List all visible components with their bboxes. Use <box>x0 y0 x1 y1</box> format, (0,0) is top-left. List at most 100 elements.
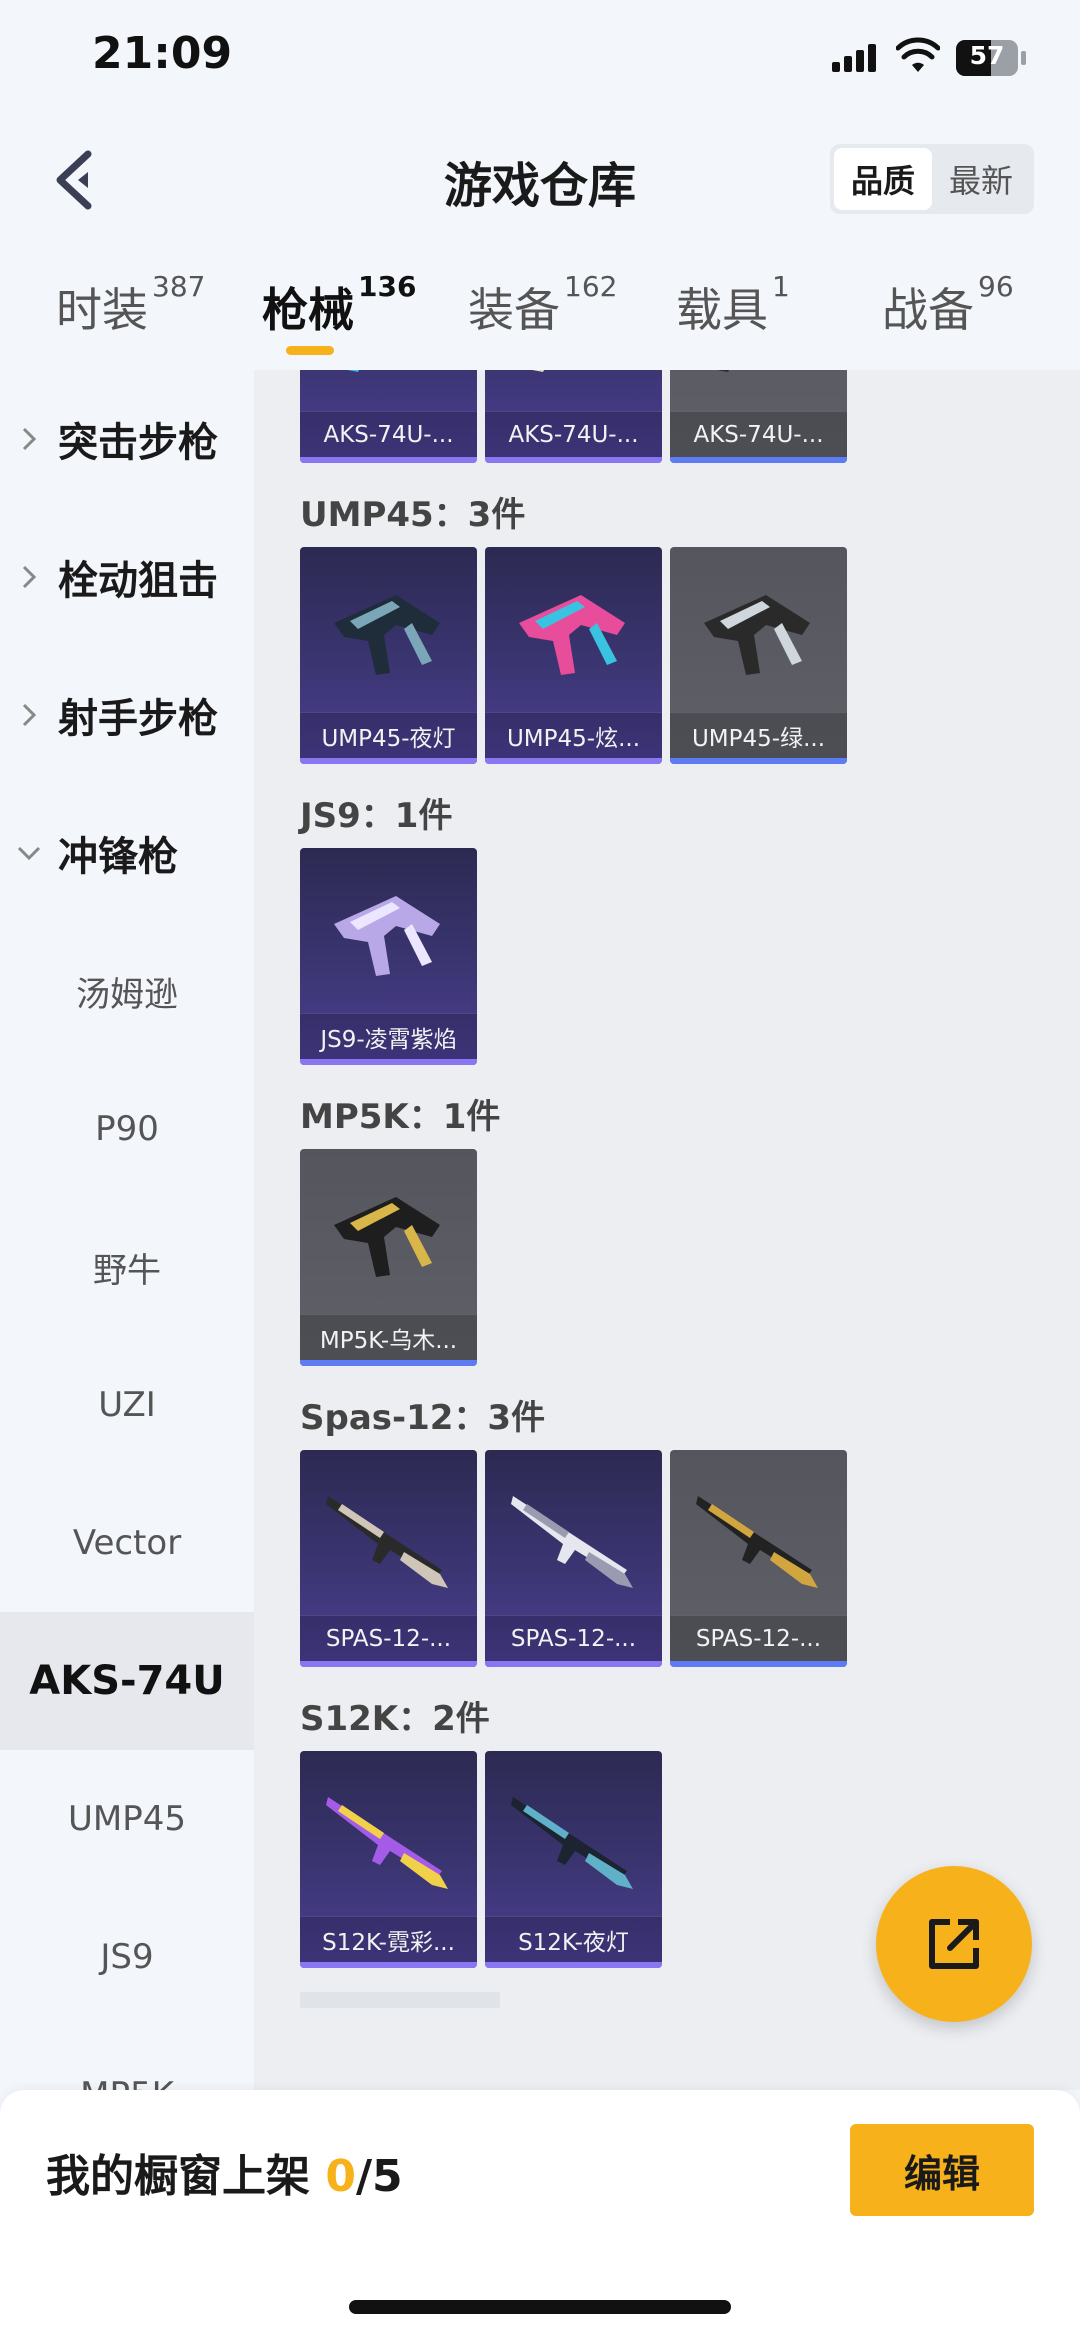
tab-count: 96 <box>978 270 1014 303</box>
card-label-bar: UMP45-夜灯 <box>300 712 477 758</box>
rarity-bar <box>485 1661 662 1667</box>
sidebar-item-ump45[interactable]: UMP45 <box>0 1750 254 1888</box>
rarity-bar <box>670 1661 847 1667</box>
group-title: MP5K：1件 <box>300 1097 501 1137</box>
status-time: 21:09 <box>92 28 233 79</box>
showcase-current-count: 0 <box>325 2151 356 2202</box>
sidebar-category-assault-rifle[interactable]: 突击步枪 <box>0 370 254 508</box>
weapon-skin-card[interactable]: AKS-74U-... <box>300 370 477 463</box>
sort-newest-button[interactable]: 最新 <box>932 148 1030 210</box>
chevron-right-icon <box>0 702 58 728</box>
tab-label: 枪械 <box>262 283 354 337</box>
tab-count: 387 <box>152 270 206 303</box>
sidebar-category-bolt-sniper[interactable]: 栓动狙击 <box>0 508 254 646</box>
smg-icon <box>334 1197 440 1277</box>
tab-firearms[interactable]: 枪械 136 <box>262 270 416 340</box>
tab-vehicles[interactable]: 载具 1 <box>676 270 790 340</box>
sidebar-item-p90[interactable]: P90 <box>0 1060 254 1198</box>
rifle-icon <box>347 370 360 372</box>
sidebar-item-js9[interactable]: JS9 <box>0 1888 254 2026</box>
shotgun-icon <box>696 1496 818 1588</box>
weapon-skin-card[interactable]: AKS-74U-... <box>670 370 847 463</box>
weapon-grid: AKS-74U-... AKS-74U-... AKS-74U-... UMP45：3… <box>254 370 1080 2090</box>
chevron-right-icon <box>0 564 58 590</box>
home-indicator <box>349 2300 731 2314</box>
shotgun-icon <box>326 1797 448 1889</box>
weapon-skin-card[interactable]: S12K-霓彩... <box>300 1751 477 1968</box>
sidebar-category-smg[interactable]: 冲锋枪 <box>0 784 254 922</box>
card-label: AKS-74U-... <box>508 421 639 448</box>
showcase-status: 我的橱窗上架 0/5 <box>46 2140 403 2204</box>
weapon-skin-card[interactable]: JS9-凌霄紫焰 <box>300 848 477 1065</box>
card-label-bar: AKS-74U-... <box>300 411 477 457</box>
tab-label: 时装 <box>56 283 148 337</box>
sidebar-category-label: 突击步枪 <box>58 420 218 466</box>
edit-button[interactable]: 编辑 <box>850 2124 1034 2216</box>
rarity-bar <box>485 457 662 463</box>
sidebar-item-mp5k[interactable]: MP5K <box>0 2026 254 2090</box>
card-label-bar: S12K-夜灯 <box>485 1916 662 1962</box>
sidebar-item-bizon[interactable]: 野牛 <box>0 1198 254 1336</box>
group-title: S12K：2件 <box>300 1699 490 1739</box>
card-label: UMP45-炫... <box>506 725 641 752</box>
card-label: SPAS-12-... <box>510 1625 637 1652</box>
sidebar-item-thompson[interactable]: 汤姆逊 <box>0 922 254 1060</box>
rarity-bar <box>300 758 477 764</box>
weapon-skin-card[interactable]: UMP45-绿... <box>670 547 847 764</box>
tab-count: 162 <box>564 270 618 303</box>
rifle-icon <box>717 370 730 372</box>
sort-quality-button[interactable]: 品质 <box>834 148 932 210</box>
card-label: UMP45-夜灯 <box>321 725 456 752</box>
smg-icon <box>519 595 625 675</box>
group-title: UMP45：3件 <box>300 495 526 535</box>
tab-supplies[interactable]: 战备 96 <box>882 270 1014 340</box>
tab-fashion[interactable]: 时装 387 <box>56 270 205 340</box>
battery-tip <box>1021 51 1026 65</box>
weapon-skin-card[interactable]: S12K-夜灯 <box>485 1751 662 1968</box>
weapon-skin-card[interactable]: SPAS-12-... <box>300 1450 477 1667</box>
card-label-bar: SPAS-12-... <box>485 1615 662 1661</box>
weapon-skin-card[interactable]: MP5K-乌木... <box>300 1149 477 1366</box>
sidebar-item-aks74u[interactable]: AKS-74U <box>0 1612 254 1750</box>
tab-count: 1 <box>772 270 790 303</box>
sidebar-category-label: 冲锋枪 <box>58 834 178 880</box>
tab-equipment[interactable]: 装备 162 <box>468 270 617 340</box>
rarity-bar <box>300 457 477 463</box>
sidebar-item-uzi[interactable]: UZI <box>0 1336 254 1474</box>
card-label-bar: S12K-霓彩... <box>300 1916 477 1962</box>
smg-icon <box>334 595 440 675</box>
chevron-down-icon <box>0 844 58 862</box>
weapon-skin-card[interactable]: SPAS-12-... <box>485 1450 662 1667</box>
card-label: UMP45-绿... <box>691 725 826 752</box>
card-label-bar: SPAS-12-... <box>670 1615 847 1661</box>
shotgun-icon <box>326 1496 448 1588</box>
showcase-label: 我的橱窗上架 <box>46 2151 310 2202</box>
smg-icon <box>704 595 810 675</box>
shotgun-icon <box>511 1496 633 1588</box>
sidebar-item-vector[interactable]: Vector <box>0 1474 254 1612</box>
card-label: S12K-夜灯 <box>518 1929 629 1956</box>
share-external-icon <box>929 1919 979 1969</box>
status-bar: 21:09 57 <box>0 0 1080 120</box>
card-label: AKS-74U-... <box>323 421 454 448</box>
weapon-skin-card[interactable]: AKS-74U-... <box>485 370 662 463</box>
share-button[interactable] <box>876 1866 1032 2022</box>
sidebar-category-marksman-rifle[interactable]: 射手步枪 <box>0 646 254 784</box>
rarity-bar <box>670 457 847 463</box>
card-label-bar: JS9-凌霄紫焰 <box>300 1013 477 1059</box>
weapon-skin-card[interactable]: UMP45-夜灯 <box>300 547 477 764</box>
wifi-icon <box>896 37 940 72</box>
card-label: JS9-凌霄紫焰 <box>320 1026 457 1053</box>
weapon-skin-card[interactable]: UMP45-炫... <box>485 547 662 764</box>
sidebar-category-label: 栓动狙击 <box>58 558 218 604</box>
group-title: JS9：1件 <box>300 796 453 836</box>
tab-count: 136 <box>358 270 417 303</box>
card-label: MP5K-乌木... <box>319 1327 458 1354</box>
card-label: AKS-74U-... <box>693 421 824 448</box>
weapon-skin-card[interactable]: SPAS-12-... <box>670 1450 847 1667</box>
card-label-bar: MP5K-乌木... <box>300 1314 477 1360</box>
group-title-partial <box>300 1992 500 2012</box>
chevron-right-icon <box>0 426 58 452</box>
shotgun-icon <box>511 1797 633 1889</box>
battery-icon: 57 <box>956 40 1018 76</box>
